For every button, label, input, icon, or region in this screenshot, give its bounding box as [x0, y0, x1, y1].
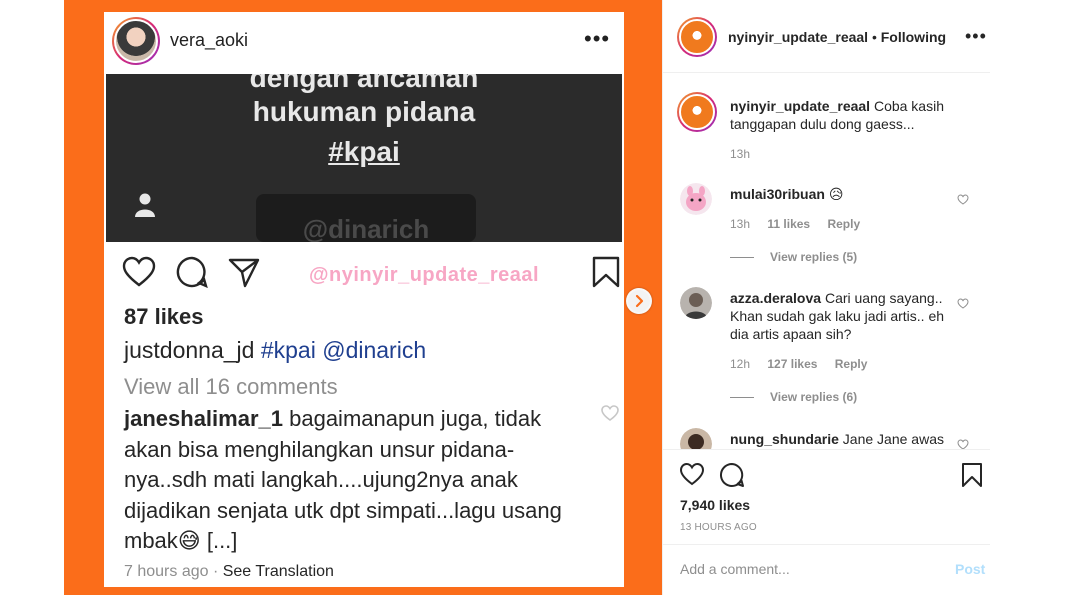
- comment-username[interactable]: nung_shundarie: [730, 431, 839, 447]
- instagram-post-view: vera_aoki ••• dengan ancaman hukuman pid…: [0, 0, 1090, 595]
- story-blurred-mention: @dinarich: [256, 194, 476, 242]
- post-header: nyinyir_update_reaal • Following •••: [663, 0, 991, 73]
- commenter-avatar[interactable]: [680, 428, 712, 449]
- commenter-avatar[interactable]: [680, 287, 712, 319]
- post-side-panel: nyinyir_update_reaal • Following ••• nyi…: [662, 0, 991, 595]
- story-hashtag: #kpai: [328, 136, 400, 167]
- comment-like-heart-icon[interactable]: [957, 298, 969, 309]
- add-comment-input[interactable]: Add a comment...: [680, 561, 930, 577]
- story-text-line-2: hukuman pidana: [252, 96, 476, 127]
- comment-username[interactable]: azza.deralova: [730, 290, 821, 306]
- add-comment-bar: Add a comment... Post: [663, 544, 991, 595]
- author-username[interactable]: nyinyir_update_reaal: [728, 29, 868, 45]
- following-button[interactable]: Following: [881, 29, 946, 45]
- screenshot-header: vera_aoki •••: [104, 12, 624, 74]
- chevron-right-icon: [628, 290, 650, 312]
- screenshot-menu-icon: •••: [584, 26, 611, 51]
- screenshot-comment-heart-icon: [601, 405, 619, 421]
- header-separator: •: [871, 29, 877, 45]
- caption-time: 13h: [730, 147, 751, 161]
- comment-meta: 12h 127 likes Reply: [730, 357, 881, 371]
- screenshot-comment: janeshalimar_1 bagaimanapun juga, tidak …: [124, 404, 584, 557]
- author-line: nyinyir_update_reaal • Following: [728, 29, 946, 45]
- comment-time: 12h: [730, 357, 751, 371]
- caption-username[interactable]: nyinyir_update_reaal: [730, 98, 870, 114]
- reply-button[interactable]: Reply: [827, 217, 860, 231]
- comments-list[interactable]: nyinyir_update_reaal Coba kasih tanggapa…: [663, 73, 991, 449]
- heart-icon: [122, 256, 156, 287]
- bookmark-icon: [592, 256, 620, 288]
- page-background: [990, 0, 1090, 595]
- comment-like-heart-icon[interactable]: [957, 439, 969, 449]
- post-action-section: 7,940 likes 13 HOURS AGO Add a comment..…: [663, 449, 991, 595]
- story-image: dengan ancaman hukuman pidana #kpai @din…: [106, 74, 622, 242]
- comment-likes[interactable]: 127 likes: [767, 357, 817, 371]
- share-icon: [228, 258, 260, 288]
- commenter-avatar[interactable]: [680, 183, 712, 215]
- caption-avatar[interactable]: [677, 92, 717, 132]
- screenshot-likes: 87 likes: [124, 304, 204, 329]
- comment-time: 13h: [730, 217, 751, 231]
- reply-button[interactable]: Reply: [835, 357, 868, 371]
- screenshot-comment-user: janeshalimar_1: [124, 406, 283, 431]
- more-options-icon[interactable]: •••: [965, 26, 987, 47]
- post-media[interactable]: vera_aoki ••• dengan ancaman hukuman pid…: [64, 0, 662, 595]
- screenshot-username: vera_aoki: [170, 30, 249, 50]
- view-replies-button[interactable]: View replies (6): [730, 390, 857, 404]
- caption-text: nyinyir_update_reaal Coba kasih tanggapa…: [730, 97, 958, 133]
- post-comment-button[interactable]: Post: [955, 561, 985, 577]
- screenshot-see-translation: See Translation: [222, 563, 334, 580]
- screenshot-view-all-comments: View all 16 comments: [124, 374, 338, 399]
- like-heart-icon[interactable]: [679, 462, 705, 486]
- like-count[interactable]: 7,940 likes: [680, 497, 750, 513]
- comment-username[interactable]: mulai30ribuan: [730, 186, 825, 202]
- screenshot-avatar: [112, 17, 160, 65]
- screenshot-time-text: 7 hours ago: [124, 563, 209, 580]
- comment-body: Jane Jane awas: [842, 431, 944, 447]
- comment-body: 😥: [828, 186, 844, 202]
- story-text-line-1: dengan ancaman: [249, 74, 479, 93]
- comment-icon[interactable]: [719, 462, 745, 488]
- next-media-button[interactable]: [626, 288, 652, 314]
- screenshot-timestamp: 7 hours ago · See Translation: [124, 563, 334, 580]
- comment-meta: 13h 11 likes Reply: [730, 217, 874, 231]
- save-bookmark-icon[interactable]: [961, 462, 983, 488]
- screenshot-caption-tags: #kpai @dinarich: [260, 337, 427, 363]
- user-tag-icon: [135, 193, 155, 217]
- comment-likes[interactable]: 11 likes: [767, 217, 810, 231]
- watermark-text: @nyinyir_update_reaal: [309, 264, 540, 286]
- view-replies-label: View replies (5): [770, 250, 858, 264]
- post-timestamp: 13 HOURS AGO: [680, 522, 757, 533]
- comment-text: azza.deralova Cari uang sayang.. Khan su…: [730, 289, 958, 343]
- comment-text: mulai30ribuan 😥: [730, 185, 958, 203]
- embedded-screenshot: vera_aoki ••• dengan ancaman hukuman pid…: [104, 12, 624, 587]
- screenshot-caption-user: justdonna_jd: [124, 337, 255, 363]
- comment-icon: [176, 256, 208, 288]
- view-replies-button[interactable]: View replies (5): [730, 250, 857, 264]
- comment-text: nung_shundarie Jane Jane awas: [730, 430, 958, 448]
- screenshot-caption: justdonna_jd #kpai @dinarich: [124, 337, 426, 364]
- comment-like-heart-icon[interactable]: [957, 194, 969, 205]
- author-avatar[interactable]: [677, 17, 717, 57]
- view-replies-label: View replies (6): [770, 390, 858, 404]
